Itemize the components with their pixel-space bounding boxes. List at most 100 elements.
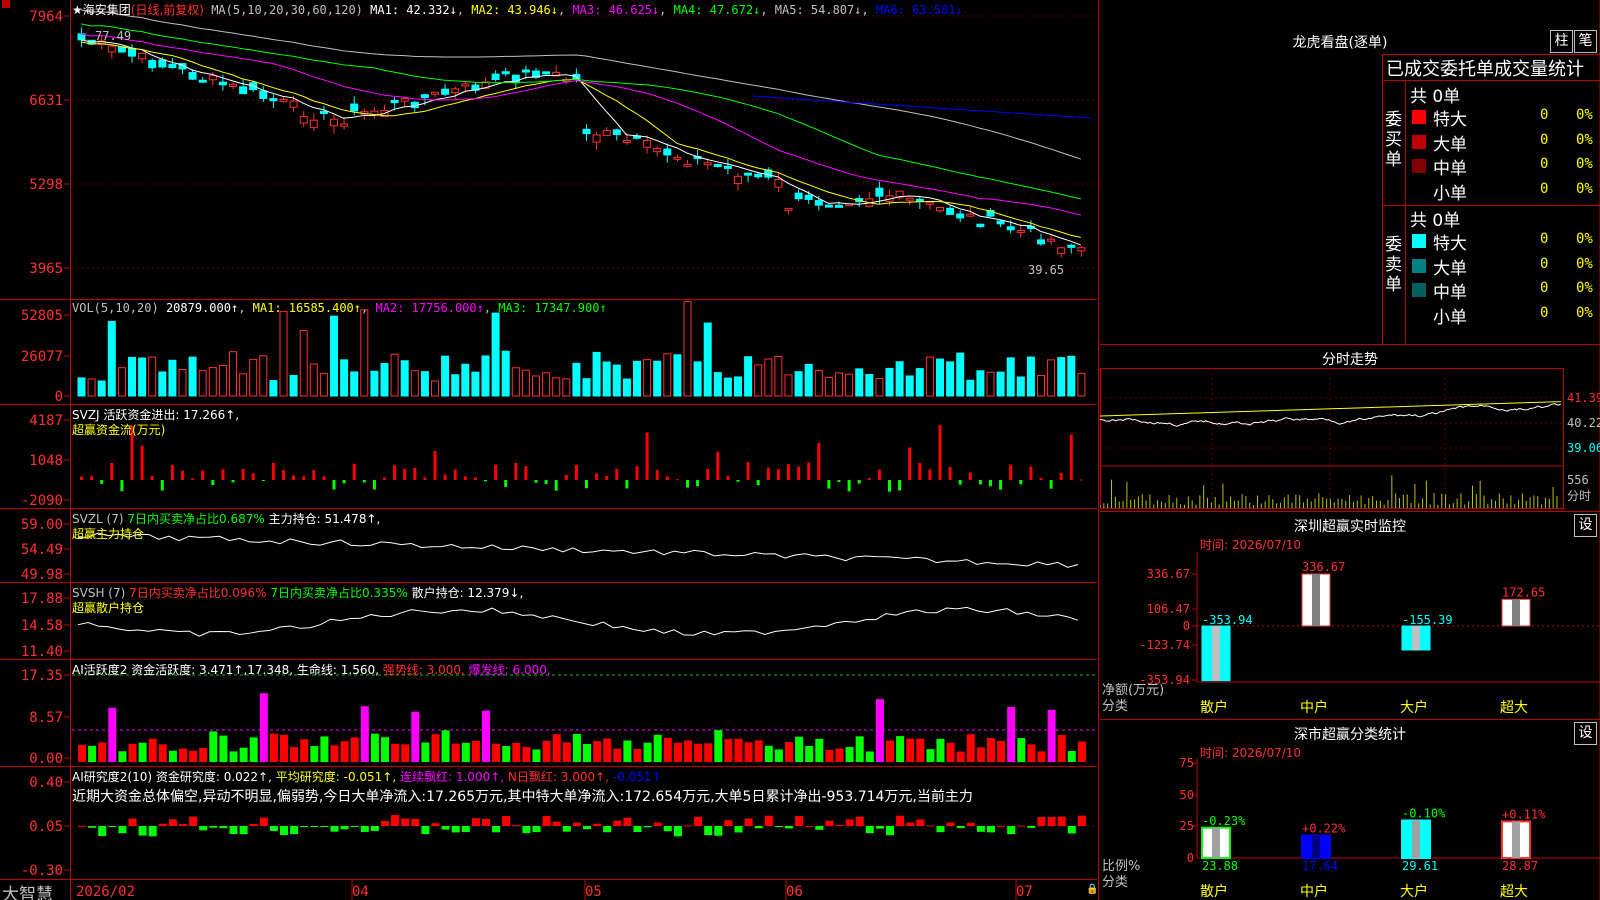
lock-icon[interactable]: 🔒 [1086, 884, 1098, 895]
vol-value: 20879.000↑ [165, 301, 239, 315]
sell-row-pct: 0% [1576, 304, 1593, 321]
ai-header: AI活跃度2 资金活跃度: 3.471↑,17.348, 生命线: 1.560,… [72, 661, 551, 678]
sell-row-value: 0 [1540, 255, 1549, 272]
ai-life: 生命线: 1.560, [296, 663, 379, 677]
intraday-vol-tick: 556 [1567, 473, 1589, 487]
ai-activity-series [78, 693, 1086, 762]
cls-bar-bottom-label: 17.64 [1302, 859, 1338, 873]
intraday-top-line [1100, 344, 1600, 345]
ma2-value: MA2: 43.946↓ [471, 3, 558, 17]
sz-category: 大户 [1400, 699, 1428, 716]
vol-ma1: MA1: 16585.400↑ [252, 301, 362, 315]
cls-top-line [1100, 719, 1600, 720]
sz-time: 时间: 2026/07/10 [1200, 538, 1302, 552]
date-tick: 06 [786, 884, 803, 900]
cls-bar-bottom-label: 23.88 [1202, 859, 1238, 873]
sz-tick: 336.67 [1147, 567, 1190, 581]
vol-ma2: MA2: 17756.000↑ [375, 301, 484, 315]
sz-bar-label: -155.39 [1402, 613, 1453, 627]
column-view-button[interactable]: 柱 [1550, 30, 1573, 53]
buy-row-pct: 0% [1576, 107, 1593, 123]
svzl-tick: 49.98 [21, 567, 63, 583]
date-tick: 2026/02 [76, 884, 135, 900]
sell-row-value: 0 [1540, 231, 1549, 247]
stock-name[interactable]: ★海安集团 [72, 3, 131, 17]
price-tick: 5298 [29, 177, 63, 193]
date-tick: 05 [585, 884, 602, 900]
svsh-name: SVSH (7) [72, 586, 126, 600]
cls-tick: 50 [1180, 788, 1194, 802]
stock-mode: (日线,前复权) [130, 3, 204, 17]
intraday-tick: 41.39 [1567, 391, 1600, 405]
corner-marker [2, 0, 10, 8]
buy-row-value: 0 [1540, 156, 1549, 172]
vol-ma3: MA3: 17347.900↑ [498, 301, 607, 315]
sz-bar-shade [1212, 626, 1220, 681]
svzj-tick: 1048 [29, 453, 63, 469]
buy-row-name: 小单 [1433, 183, 1467, 204]
buy-row-value: 0 [1540, 131, 1549, 148]
cls-category: 中户 [1300, 883, 1328, 900]
buy-row-pct: 0% [1576, 156, 1593, 172]
sell-row-name: 中单 [1433, 283, 1467, 303]
research-tick: 0.05 [29, 819, 63, 835]
svzl-subtitle: 超赢主力持仓 [72, 527, 145, 541]
sz-category: 中户 [1300, 699, 1328, 716]
sell-row-value: 0 [1540, 280, 1549, 296]
intraday-title: 分时走势 [1322, 352, 1378, 368]
buy-row-pct: 0% [1576, 131, 1593, 148]
sz-tick: -123.74 [1139, 638, 1190, 652]
buy-label: 委买单 [1385, 110, 1402, 170]
buy-color-swatch [1412, 159, 1426, 173]
sz-settings-button[interactable]: 设 [1574, 514, 1597, 537]
svzl-position: 主力持仓: 51.478↑, [268, 512, 381, 526]
cls-settings-button[interactable]: 设 [1574, 722, 1597, 745]
cls-category: 大户 [1400, 883, 1428, 900]
ai-strong: 强势线: 3.000, [382, 663, 465, 677]
sz-x-name: 分类 [1102, 699, 1128, 714]
price-axis: 7964 6631 5298 3965 [29, 9, 63, 277]
high-price-label: 77.49 [95, 29, 131, 43]
price-tick: 6631 [29, 93, 63, 109]
ma-prefix: MA(5,10,20,30,60,120) [211, 3, 363, 17]
svzl-ratio: 7日内买卖净占比0.687% [127, 512, 265, 526]
research-comment: 近期大资金总体偏空,异动不明显,偏弱势,今日大单净流入:17.265万元,其中特… [72, 789, 973, 805]
sz-chart: 336.67 106.47 0 -123.74 -353.94 -353.943… [1102, 552, 1600, 716]
vol-tick: 26077 [21, 349, 63, 365]
svzj-tick: 4187 [29, 413, 63, 429]
svsh-tick: 17.88 [21, 591, 63, 607]
svsh-ratio-green: 7日内买卖净占比0.335% [270, 586, 408, 600]
date-ticks [351, 880, 1017, 900]
cls-category: 超大 [1500, 884, 1528, 900]
cls-bar-bottom-label: 29.61 [1402, 859, 1438, 873]
ai-activity: AI活跃度2 资金活跃度: 3.471↑,17.348, [72, 663, 294, 677]
svsh-tick: 14.58 [21, 618, 63, 634]
sell-color-swatch [1412, 283, 1426, 297]
buy-color-swatch [1412, 134, 1426, 149]
svzl-line [77, 532, 1079, 568]
vol-name: VOL(5,10,20) [72, 301, 159, 315]
cls-bar-shade [1212, 827, 1220, 858]
svzj-subtitle: 超赢资金流(万元) [72, 423, 166, 437]
intraday-chart[interactable]: 41.39 40.22 39.06 556 分时 [1100, 368, 1600, 510]
cls-bar-top-label: +0.11% [1502, 807, 1546, 821]
research-tick: 0.40 [29, 775, 63, 791]
sz-bar-label: 172.65 [1502, 585, 1545, 599]
cls-category: 散户 [1200, 883, 1228, 900]
order-vdivider [1405, 80, 1406, 344]
sell-row-value: 0 [1540, 304, 1549, 321]
tick-view-button[interactable]: 笔 [1574, 30, 1597, 53]
candlestick-series [77, 27, 1086, 258]
sz-tick: 106.47 [1147, 602, 1190, 616]
buy-row-pct: 0% [1576, 180, 1593, 197]
sell-label: 委卖单 [1385, 235, 1402, 295]
sz-tick: 0 [1183, 619, 1190, 633]
research-n: N日飘红: 3.000↑, [507, 770, 609, 784]
low-price-label: 39.65 [1028, 263, 1064, 277]
cls-bar-top-label: -0.10% [1402, 806, 1446, 820]
cls-tick: 75 [1180, 758, 1194, 770]
cls-bar-top-label: +0.22% [1302, 822, 1346, 836]
svsh-ratio-red: 7日内买卖净占比0.096% [129, 586, 267, 600]
sz-y-name: 净额(万元) [1102, 683, 1164, 698]
price-grid [72, 15, 1096, 269]
